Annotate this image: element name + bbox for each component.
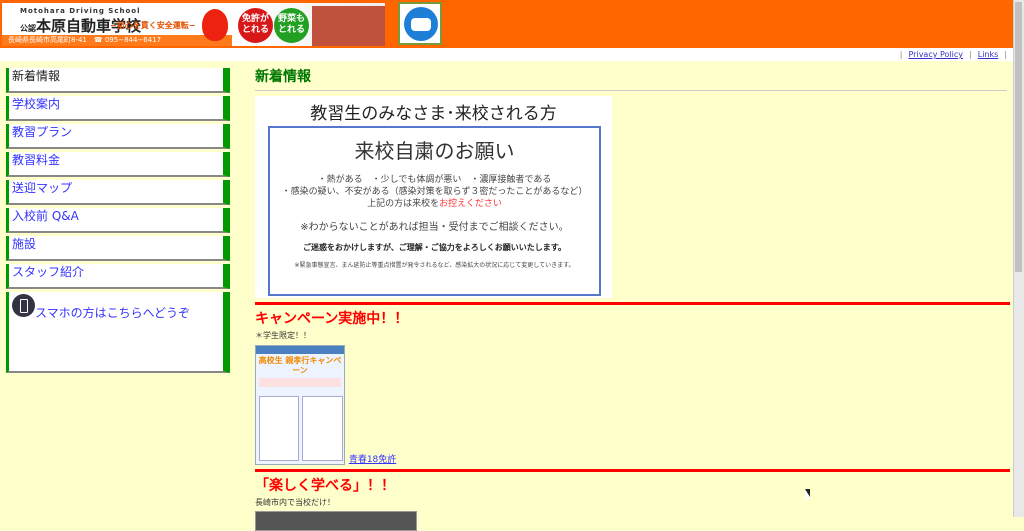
campaign-flyer-image[interactable]: 高校生 親孝行キャンペーン [255, 345, 345, 465]
sidebar-item-faq[interactable]: 入校前 Q&A [6, 208, 230, 233]
privacy-policy-link[interactable]: Privacy Policy [909, 50, 964, 59]
mouse-cursor-icon [805, 489, 810, 501]
notice-heading: 教習生のみなさま･来校される方 [310, 104, 557, 124]
banner-address: 長崎県長崎市高尾町8-41 ☎ 095−844−6417 [2, 35, 232, 46]
section-divider [255, 302, 1010, 305]
links-link[interactable]: Links [978, 50, 999, 59]
school-building-photo [312, 6, 385, 46]
video-thumbnail[interactable] [255, 511, 417, 531]
fun-learning-note: 長崎市内で当校だけ！ [255, 498, 335, 507]
school-banner[interactable]: Motohara Driving School 公認本原自動車学校 −初心を貫く… [2, 3, 385, 46]
notice-title: 来校自粛のお願い [354, 139, 515, 163]
vegetable-badge: 野菜もとれる [274, 8, 309, 43]
sidebar-nav: 新着情報 学校案内 教習プラン 教習料金 送迎マップ 入校前 Q&A 施設 スタ… [6, 68, 230, 376]
smartphone-icon [12, 294, 35, 317]
sidebar-item-news[interactable]: 新着情報 [6, 68, 230, 93]
notice-line: 上記の方は来校をお控えください [367, 199, 502, 209]
notice-line: ※緊急事態宣言、まん延防止等重点措置が発令されるなど、感染拡大の状況に応じて変更… [294, 262, 575, 269]
banner-english-name: Motohara Driving School [20, 7, 141, 15]
sidebar-item-facilities[interactable]: 施設 [6, 236, 230, 261]
sidebar-item-staff[interactable]: スタッフ紹介 [6, 264, 230, 289]
sidebar-item-fees[interactable]: 教習料金 [6, 152, 230, 177]
sidebar-item-smartphone[interactable]: スマホの方はこちらへどうぞ [6, 292, 230, 373]
notice-line: ※わからないことがあれば担当・受付までご相談ください。 [300, 222, 569, 233]
sidebar-item-school-info[interactable]: 学校案内 [6, 96, 230, 121]
site-header: Motohara Driving School 公認本原自動車学校 −初心を貫く… [0, 0, 1013, 48]
fun-learning-title: 「楽しく学べる」！！ [255, 478, 395, 494]
seishun-18-license-link[interactable]: 青春18免許 [349, 455, 396, 465]
top-links: | Privacy Policy | Links | [0, 48, 1013, 61]
main-content: 新着情報 教習生のみなさま･来校される方 来校自粛のお願い ・熱がある ・少しで… [255, 66, 1010, 531]
sidebar-item-shuttle-map[interactable]: 送迎マップ [6, 180, 230, 205]
banner-motto: −初心を貫く安全運転− [110, 21, 196, 30]
section-divider [255, 469, 1010, 472]
license-badge: 免許がとれる [238, 8, 273, 43]
car-badge-icon[interactable] [398, 2, 442, 45]
notice-line: ・熱がある ・少しでも体調が悪い ・濃厚接触者である [317, 175, 552, 185]
campaign-title: キャンペーン実施中！！ [255, 311, 409, 327]
page-title: 新着情報 [255, 66, 1007, 91]
notice-line: ご迷惑をおかけしますが、ご理解・ご協力をよろしくお願いいたします。 [302, 243, 567, 252]
notice-image: 教習生のみなさま･来校される方 来校自粛のお願い ・熱がある ・少しでも体調が悪… [255, 96, 612, 298]
tomato-mascot-icon [202, 9, 228, 41]
campaign-note: ＊学生限定！！ [255, 331, 311, 340]
notice-line: ・感染の疑い、不安がある（感染対策を取らず３密だったことがあるなど） [281, 187, 588, 197]
sidebar-item-plans[interactable]: 教習プラン [6, 124, 230, 149]
notice-box: 来校自粛のお願い ・熱がある ・少しでも体調が悪い ・濃厚接触者である ・感染の… [268, 126, 601, 296]
scrollbar-thumb[interactable] [1015, 2, 1022, 272]
